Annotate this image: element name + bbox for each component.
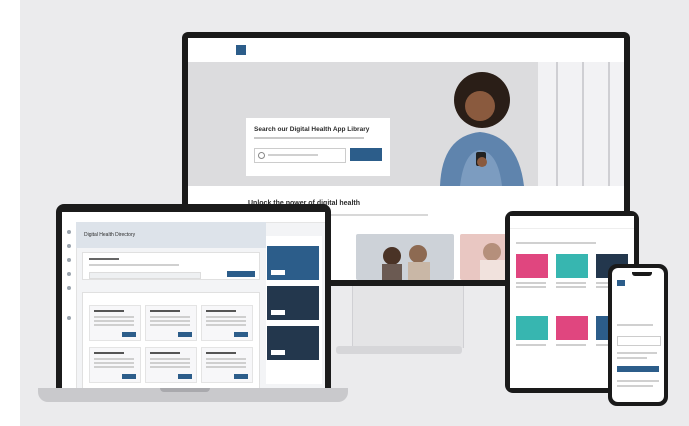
search-placeholder (268, 154, 318, 156)
sidebar-icon-1[interactable] (67, 230, 71, 234)
feature-photo-1 (356, 234, 454, 280)
result-card[interactable] (201, 305, 253, 341)
sidebar-icon-6[interactable] (67, 316, 71, 320)
result-card[interactable] (145, 305, 197, 341)
result-card[interactable] (89, 305, 141, 341)
phone-logo[interactable] (617, 280, 625, 286)
promo-card[interactable] (267, 286, 319, 320)
phone-screen (612, 268, 664, 402)
app-tile[interactable] (556, 254, 588, 278)
phone-search-input[interactable] (617, 336, 661, 346)
promo-card[interactable] (267, 326, 319, 360)
hero-window-backdrop (538, 62, 624, 186)
monitor-stand (352, 286, 464, 348)
laptop-search-button[interactable] (227, 271, 255, 277)
hero-person-image (440, 72, 524, 186)
smartphone (608, 264, 668, 406)
search-icon (258, 152, 265, 159)
laptop-results-grid (82, 292, 260, 388)
laptop-page-title: Digital Health Directory (84, 232, 136, 238)
hero-title: Search our Digital Health App Library (254, 126, 370, 133)
phone-search-button[interactable] (617, 366, 659, 372)
site-logo[interactable] (236, 45, 246, 55)
app-tile[interactable] (516, 316, 548, 340)
monitor-stand-base (336, 346, 462, 354)
laptop-sidebar (62, 212, 77, 388)
result-card[interactable] (145, 347, 197, 383)
laptop-search-panel (82, 252, 260, 280)
product-mockup-stage: Search our Digital Health App Library Un… (0, 0, 689, 426)
laptop-notch (160, 388, 210, 392)
sidebar-icon-5[interactable] (67, 286, 71, 290)
site-navbar (188, 38, 624, 63)
result-card[interactable] (201, 347, 253, 383)
tablet-header (510, 216, 634, 229)
search-button[interactable] (350, 148, 382, 161)
laptop: Digital Health Directory (56, 204, 331, 390)
result-card[interactable] (89, 347, 141, 383)
laptop-screen: Digital Health Directory (62, 212, 325, 388)
app-tile[interactable] (556, 316, 588, 340)
phone-notch (632, 272, 652, 276)
app-search-input[interactable] (254, 148, 346, 163)
sidebar-icon-4[interactable] (67, 272, 71, 276)
hero-banner: Search our Digital Health App Library (188, 62, 624, 186)
sidebar-icon-3[interactable] (67, 258, 71, 262)
promo-card[interactable] (267, 246, 319, 280)
sidebar-icon-2[interactable] (67, 244, 71, 248)
hero-subtitle (254, 137, 364, 139)
search-card: Search our Digital Health App Library (246, 118, 390, 176)
app-tile[interactable] (516, 254, 548, 278)
